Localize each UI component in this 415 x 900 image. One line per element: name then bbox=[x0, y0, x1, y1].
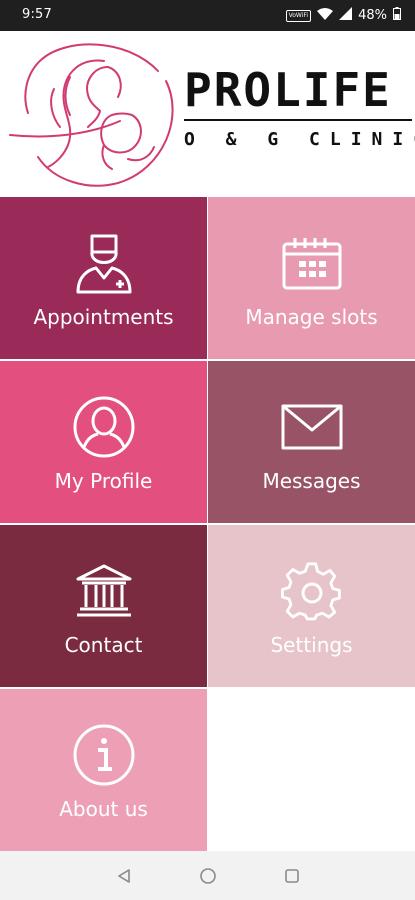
brand-divider bbox=[184, 119, 412, 121]
recents-icon[interactable] bbox=[281, 865, 303, 887]
system-nav-bar bbox=[0, 851, 415, 900]
wifi-icon bbox=[317, 7, 334, 24]
bank-icon bbox=[72, 559, 136, 623]
gear-icon bbox=[280, 559, 344, 623]
signal-icon bbox=[339, 7, 353, 24]
contact-label: Contact bbox=[64, 633, 143, 657]
app-header: PROLIFE O & G CLINIC bbox=[0, 31, 415, 197]
calendar-icon bbox=[280, 231, 344, 295]
mother-baby-logo-icon bbox=[9, 43, 174, 187]
my-profile-tile[interactable]: My Profile bbox=[0, 361, 207, 523]
battery-icon bbox=[393, 7, 401, 24]
mail-icon bbox=[280, 395, 344, 459]
manage-slots-tile[interactable]: Manage slots bbox=[208, 197, 415, 359]
settings-tile[interactable]: Settings bbox=[208, 525, 415, 687]
manage-slots-label: Manage slots bbox=[245, 305, 378, 329]
status-icons: VoWiFi 48% bbox=[285, 7, 401, 24]
menu-grid: Appointments Manage slots My Profile Mes… bbox=[0, 197, 415, 851]
status-time: 9:57 bbox=[22, 7, 52, 22]
battery-percent: 48% bbox=[358, 8, 387, 23]
info-icon bbox=[72, 723, 136, 787]
doctor-icon bbox=[72, 231, 136, 295]
brand-title: PROLIFE bbox=[184, 63, 392, 117]
about-us-tile[interactable]: About us bbox=[0, 689, 207, 851]
status-bar: 9:57 VoWiFi 48% bbox=[0, 0, 415, 31]
contact-tile[interactable]: Contact bbox=[0, 525, 207, 687]
messages-tile[interactable]: Messages bbox=[208, 361, 415, 523]
vowifi-badge: VoWiFi bbox=[285, 9, 312, 22]
settings-label: Settings bbox=[270, 633, 353, 657]
back-icon[interactable] bbox=[113, 865, 135, 887]
profile-icon bbox=[72, 395, 136, 459]
brand-subtitle: O & G CLINIC bbox=[184, 129, 415, 150]
about-us-label: About us bbox=[59, 797, 148, 821]
home-icon[interactable] bbox=[197, 865, 219, 887]
appointments-tile[interactable]: Appointments bbox=[0, 197, 207, 359]
my-profile-label: My Profile bbox=[54, 469, 153, 493]
appointments-label: Appointments bbox=[33, 305, 174, 329]
messages-label: Messages bbox=[262, 469, 361, 493]
